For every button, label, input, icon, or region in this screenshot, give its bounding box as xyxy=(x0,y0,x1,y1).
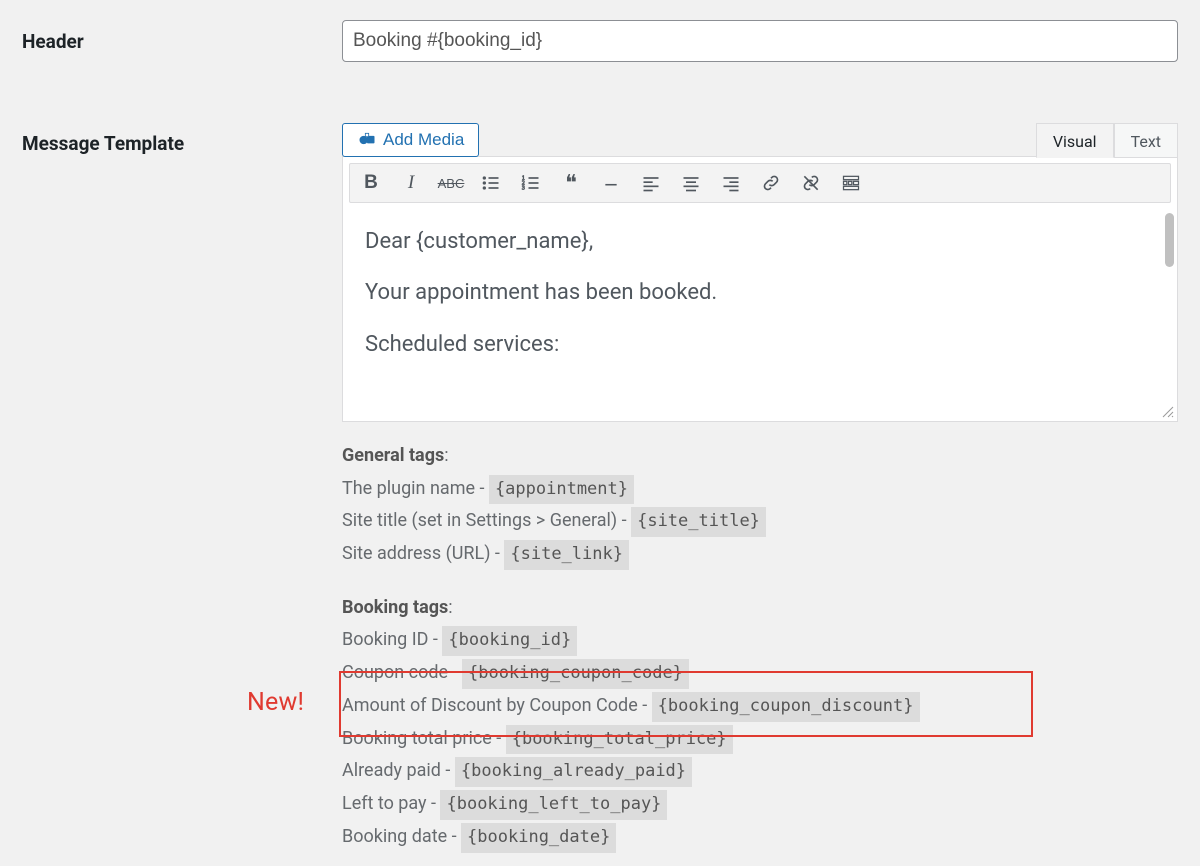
unlink-button[interactable] xyxy=(800,172,822,194)
header-input[interactable] xyxy=(342,20,1178,62)
tag-row: Booking ID - {booking_id} xyxy=(342,624,1178,656)
align-left-button[interactable] xyxy=(640,172,662,194)
editor-content[interactable]: Dear {customer_name}, Your appointment h… xyxy=(343,203,1177,421)
resize-handle-icon[interactable] xyxy=(1161,405,1175,419)
editor-line: Scheduled services: xyxy=(365,326,1155,363)
bold-button[interactable]: B xyxy=(360,172,382,194)
blockquote-button[interactable]: ❝ xyxy=(560,172,582,194)
numbered-list-button[interactable]: 123 xyxy=(520,172,542,194)
tag-pill[interactable]: {booking_coupon_discount} xyxy=(652,692,920,722)
general-tags-title: General tags xyxy=(342,445,444,466)
tag-pill[interactable]: {booking_coupon_code} xyxy=(462,659,689,689)
hr-button[interactable]: – xyxy=(600,172,622,194)
svg-text:3: 3 xyxy=(522,186,525,192)
strike-button[interactable]: ABC xyxy=(440,172,462,194)
scrollbar-thumb[interactable] xyxy=(1165,213,1174,267)
editor-toolbar: B I ABC 123 ❝ – xyxy=(349,163,1171,203)
tag-pill[interactable]: {booking_left_to_pay} xyxy=(440,790,667,820)
tab-text[interactable]: Text xyxy=(1114,123,1178,158)
tag-pill[interactable]: {booking_total_price} xyxy=(506,725,733,755)
new-label: New! xyxy=(247,688,304,717)
tag-row: Left to pay - {booking_left_to_pay} xyxy=(342,788,1178,820)
bullet-list-button[interactable] xyxy=(480,172,502,194)
tag-row: Amount of Discount by Coupon Code - {boo… xyxy=(342,690,1178,722)
tag-pill[interactable]: {appointment} xyxy=(489,475,634,505)
tag-row: Booking date - {booking_date} xyxy=(342,821,1178,853)
tag-row: Site address (URL) - {site_link} xyxy=(342,538,1178,570)
tag-row: Coupon code - {booking_coupon_code} xyxy=(342,657,1178,689)
tag-row: Site title (set in Settings > General) -… xyxy=(342,505,1178,537)
align-center-button[interactable] xyxy=(680,172,702,194)
italic-button[interactable]: I xyxy=(400,172,422,194)
tag-pill[interactable]: {booking_date} xyxy=(461,823,616,853)
message-template-label: Message Template xyxy=(22,122,342,155)
kitchen-sink-button[interactable] xyxy=(840,172,862,194)
add-media-button[interactable]: Add Media xyxy=(342,123,479,157)
tag-pill[interactable]: {booking_id} xyxy=(442,626,577,656)
tag-pill[interactable]: {booking_already_paid} xyxy=(455,757,692,787)
align-right-button[interactable] xyxy=(720,172,742,194)
link-button[interactable] xyxy=(760,172,782,194)
booking-tags-title: Booking tags xyxy=(342,597,448,618)
header-label: Header xyxy=(22,20,342,53)
tab-visual[interactable]: Visual xyxy=(1036,123,1114,158)
rich-editor: B I ABC 123 ❝ – xyxy=(342,156,1178,422)
tag-pill[interactable]: {site_title} xyxy=(631,507,766,537)
tag-row: Booking total price - {booking_total_pri… xyxy=(342,723,1178,755)
tag-pill[interactable]: {site_link} xyxy=(504,540,629,570)
media-icon xyxy=(357,130,377,150)
add-media-label: Add Media xyxy=(383,130,464,150)
tag-row: The plugin name - {appointment} xyxy=(342,473,1178,505)
tag-row: Already paid - {booking_already_paid} xyxy=(342,755,1178,787)
tags-help: General tags: The plugin name - {appoint… xyxy=(342,440,1178,853)
editor-line: Dear {customer_name}, xyxy=(365,223,1155,260)
editor-line: Your appointment has been booked. xyxy=(365,274,1155,311)
